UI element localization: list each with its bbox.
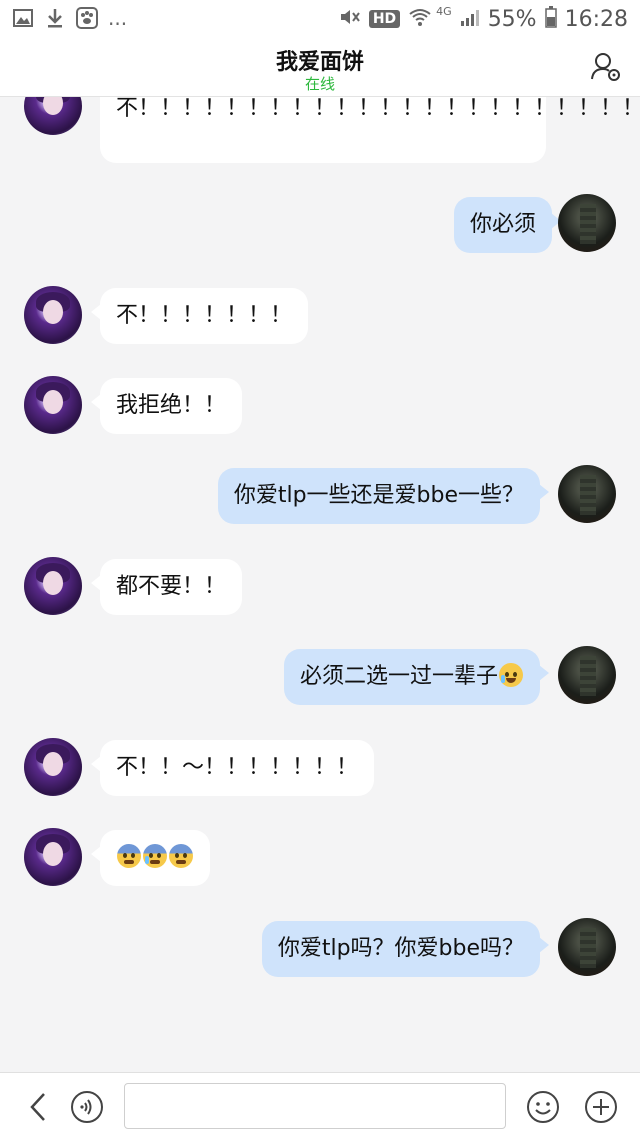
message-bubble-sent[interactable]: 你爱tlp一些还是爱bbe一些？ — [217, 468, 550, 524]
message-bubble-sent[interactable]: 必须二选一过一辈子 — [283, 649, 550, 705]
overflow-indicator: ... — [108, 6, 128, 30]
message-bubble-received[interactable]: 不！！～！！！！！！！ — [90, 740, 375, 796]
message-text: 都不要！！ — [116, 574, 227, 599]
message-input[interactable] — [124, 1083, 506, 1129]
contact-avatar[interactable] — [24, 738, 82, 796]
contact-avatar[interactable] — [24, 286, 82, 344]
message-bubble-received[interactable]: 不！！！！！！！ — [90, 288, 309, 344]
message-bubble-received[interactable]: 我拒绝！！ — [90, 378, 243, 434]
my-avatar[interactable] — [558, 646, 616, 704]
signal-icon — [460, 8, 480, 30]
message-text: 你爱tlp一些还是爱bbe一些？ — [233, 483, 524, 508]
fearful-emoji — [169, 844, 193, 868]
message-bubble-sent[interactable]: 你必须 — [453, 197, 562, 253]
chat-title: 我爱面饼 — [275, 50, 364, 75]
input-bar — [0, 1072, 640, 1139]
message-text: 你必须 — [469, 212, 536, 237]
contact-avatar[interactable] — [24, 828, 82, 886]
message-text: 不！！！！！！！！！！！！！！！！！！！！！！！ — [116, 97, 640, 121]
gallery-icon — [12, 7, 34, 29]
anxious-sweat-emoji — [143, 844, 167, 868]
hd-badge: HD — [368, 10, 401, 28]
wifi-icon — [408, 7, 432, 31]
contact-avatar[interactable] — [24, 97, 82, 135]
message-bubble-sent[interactable]: 你爱tlp吗？你爱bbe吗？ — [261, 921, 550, 977]
my-avatar[interactable] — [558, 194, 616, 252]
voice-icon[interactable] — [70, 1090, 104, 1124]
plus-icon[interactable] — [584, 1090, 618, 1124]
status-bar: ... HD 4G 55% 16:28 — [0, 0, 640, 38]
back-icon[interactable] — [22, 1090, 56, 1124]
clock: 16:28 — [564, 6, 628, 32]
chat-header: 我爱面饼 在线 — [0, 38, 640, 97]
mute-icon — [339, 7, 361, 31]
paw-icon — [76, 7, 98, 29]
message-text: 我拒绝！！ — [116, 393, 227, 418]
network-type: 4G — [436, 5, 452, 18]
tears-of-joy-emoji — [499, 663, 523, 687]
message-text: 不！！～！！！！！！！ — [116, 755, 359, 780]
message-bubble-received[interactable]: 都不要！！ — [90, 559, 243, 615]
message-bubble-received[interactable] — [91, 830, 210, 886]
emoji-icon[interactable] — [526, 1090, 560, 1124]
message-text: 不！！！！！！！ — [116, 303, 293, 328]
message-text: 你爱tlp吗？你爱bbe吗？ — [277, 936, 524, 961]
online-status: 在线 — [304, 75, 335, 93]
message-list[interactable]: 不！！！！！！！！！！！！！！！！！！！！！！！ 你必须 不！！！！！！！ 我拒… — [0, 97, 640, 1072]
contact-settings-icon[interactable] — [590, 50, 622, 82]
my-avatar[interactable] — [558, 465, 616, 523]
contact-avatar[interactable] — [24, 376, 82, 434]
message-text: 必须二选一过一辈子 — [299, 664, 498, 689]
contact-avatar[interactable] — [24, 557, 82, 615]
fearful-emoji — [117, 844, 141, 868]
message-bubble-received[interactable]: 不！！！！！！！！！！！！！！！！！！！！！！！ — [100, 97, 640, 163]
battery-icon — [544, 6, 557, 32]
battery-percent: 55% — [487, 6, 537, 32]
my-avatar[interactable] — [558, 918, 616, 976]
download-icon — [44, 7, 66, 29]
